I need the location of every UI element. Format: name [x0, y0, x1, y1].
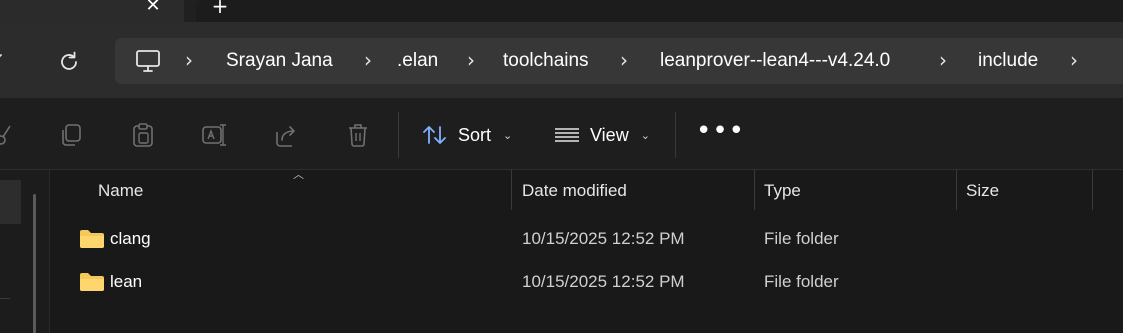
breadcrumb-elan[interactable]: .elan — [397, 38, 438, 84]
table-row[interactable]: clang 10/15/2025 12:52 PM File folder — [51, 219, 1123, 259]
breadcrumb-include[interactable]: include — [978, 38, 1038, 84]
column-separator[interactable] — [754, 170, 755, 210]
navigation-pane — [0, 170, 50, 333]
sort-label: Sort — [458, 124, 492, 145]
nav-divider — [0, 298, 10, 299]
column-header-date-modified[interactable]: Date modified — [522, 170, 627, 210]
chevron-down-icon: ⌄ — [640, 129, 650, 142]
share-icon[interactable] — [273, 122, 299, 148]
column-separator[interactable] — [511, 170, 512, 210]
tab-strip: ✕ + — [0, 0, 1123, 22]
cut-icon[interactable] — [0, 122, 14, 148]
breadcrumb-separator-icon[interactable]: › — [364, 38, 372, 84]
view-button[interactable]: View ⌄ — [554, 118, 650, 152]
address-bar[interactable]: › Srayan Jana › .elan › toolchains › lea… — [115, 38, 1123, 84]
up-arrow-icon[interactable] — [0, 50, 8, 70]
command-bar: Sort ⌄ View ⌄ ••• — [0, 98, 1123, 170]
command-divider — [675, 112, 676, 158]
new-tab-icon[interactable]: + — [208, 0, 232, 18]
close-tab-icon[interactable]: ✕ — [143, 0, 163, 16]
file-name: lean — [110, 272, 143, 291]
column-separator[interactable] — [956, 170, 957, 210]
table-row[interactable]: lean 10/15/2025 12:52 PM File folder — [51, 262, 1123, 302]
view-label: View — [590, 124, 629, 145]
breadcrumb-separator-icon[interactable]: › — [467, 38, 475, 84]
breadcrumb-srayan-jana[interactable]: Srayan Jana — [226, 38, 333, 84]
active-tab[interactable]: ✕ — [0, 0, 184, 22]
file-list: ︿ Name Date modified Type Size clang 10/… — [51, 168, 1123, 333]
refresh-icon[interactable] — [56, 49, 82, 75]
sort-button[interactable]: Sort ⌄ — [422, 118, 512, 152]
breadcrumb-leanprover-version[interactable]: leanprover--lean4---v4.24.0 — [660, 38, 890, 84]
chevron-down-icon: ⌄ — [503, 129, 513, 142]
file-date-modified: 10/15/2025 12:52 PM — [522, 229, 685, 248]
column-separator[interactable] — [1092, 170, 1093, 210]
column-header-name[interactable]: Name — [98, 170, 143, 210]
breadcrumb-separator-icon[interactable]: › — [185, 38, 193, 84]
nav-selected-item[interactable] — [0, 180, 21, 224]
breadcrumb-separator-icon[interactable]: › — [939, 38, 947, 84]
file-name: clang — [110, 229, 151, 248]
copy-icon[interactable] — [58, 122, 84, 148]
nav-scrollbar[interactable] — [33, 194, 36, 333]
breadcrumb-separator-icon[interactable]: › — [1070, 38, 1078, 84]
file-date-modified: 10/15/2025 12:52 PM — [522, 272, 685, 291]
more-options-button[interactable]: ••• — [696, 118, 744, 150]
tab-strip-background — [196, 0, 1123, 22]
rename-icon[interactable] — [201, 122, 227, 148]
command-divider — [398, 112, 399, 158]
folder-icon — [80, 273, 104, 291]
folder-icon — [80, 230, 104, 248]
breadcrumb-toolchains[interactable]: toolchains — [503, 38, 589, 84]
paste-icon[interactable] — [130, 122, 156, 148]
view-icon — [555, 128, 579, 142]
address-row: › Srayan Jana › .elan › toolchains › lea… — [0, 22, 1123, 98]
file-type: File folder — [764, 272, 839, 291]
column-header-type[interactable]: Type — [764, 170, 801, 210]
sort-icon — [423, 126, 446, 144]
file-type: File folder — [764, 229, 839, 248]
delete-icon[interactable] — [345, 122, 371, 148]
column-header-size[interactable]: Size — [966, 170, 999, 210]
this-pc-icon[interactable] — [135, 49, 161, 73]
sort-indicator-icon: ︿ — [293, 168, 304, 181]
breadcrumb-separator-icon[interactable]: › — [620, 38, 628, 84]
